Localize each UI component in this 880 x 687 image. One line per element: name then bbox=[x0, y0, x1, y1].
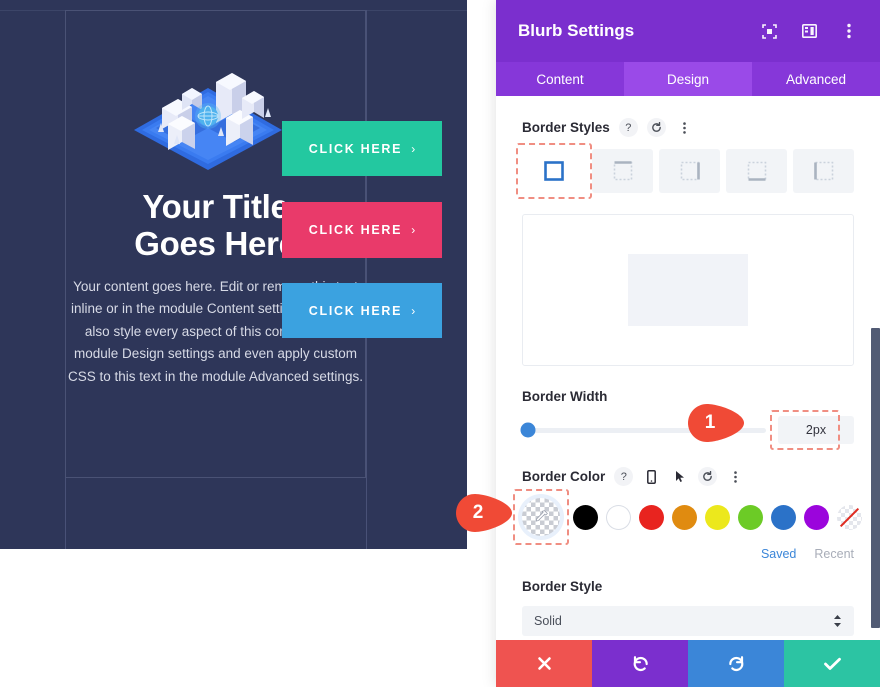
border-option-bottom-border[interactable] bbox=[726, 149, 787, 193]
callout-number-1: 1 bbox=[704, 412, 716, 433]
border-width-value-wrapper: 2px bbox=[770, 410, 854, 450]
reset-icon[interactable] bbox=[646, 118, 666, 137]
border-style-section: Border Style Solid bbox=[522, 579, 854, 636]
save-button[interactable] bbox=[784, 640, 880, 687]
help-icon[interactable]: ? bbox=[614, 467, 634, 486]
swatch-yellow[interactable] bbox=[705, 504, 730, 530]
border-color-picker-wrapper bbox=[513, 489, 569, 545]
more-vertical-icon[interactable] bbox=[840, 22, 858, 40]
redo-button[interactable] bbox=[688, 640, 784, 687]
tab-advanced[interactable]: Advanced bbox=[752, 62, 880, 96]
border-color-label: Border Color bbox=[522, 469, 606, 484]
blurb-settings-modal: Blurb Settings Content Design Advanced B… bbox=[496, 0, 880, 687]
click-here-button-1[interactable]: CLICK HERE › bbox=[282, 121, 442, 176]
preview-title-line2: Goes Here bbox=[134, 225, 297, 262]
close-icon bbox=[537, 657, 551, 670]
swatch-blue[interactable] bbox=[771, 504, 796, 530]
click-here-button-2[interactable]: CLICK HERE › bbox=[282, 202, 442, 258]
color-tabs: Saved Recent bbox=[522, 547, 854, 561]
border-option-top-border[interactable] bbox=[592, 149, 653, 193]
swatch-none[interactable] bbox=[837, 504, 862, 530]
help-icon[interactable]: ? bbox=[618, 118, 638, 137]
chevron-updown-icon bbox=[833, 614, 842, 628]
border-color-header: Border Color ? bbox=[522, 467, 854, 486]
border-styles-header: Border Styles ? bbox=[522, 118, 854, 137]
modal-scrollbar[interactable] bbox=[871, 328, 880, 628]
modal-tabs: Content Design Advanced bbox=[496, 62, 880, 96]
border-preview-box bbox=[522, 214, 854, 366]
reset-icon[interactable] bbox=[698, 467, 718, 486]
border-width-label: Border Width bbox=[522, 389, 608, 404]
border-styles-label: Border Styles bbox=[522, 120, 610, 135]
recent-colors-tab[interactable]: Recent bbox=[814, 547, 854, 561]
expand-icon[interactable] bbox=[760, 22, 778, 40]
modal-footer bbox=[496, 640, 880, 687]
screen: Your Title Goes Here Your content goes h… bbox=[0, 0, 880, 687]
border-style-value: Solid bbox=[534, 614, 562, 628]
swatch-black[interactable] bbox=[573, 504, 598, 530]
swatch-white[interactable] bbox=[606, 504, 631, 530]
phone-icon[interactable] bbox=[642, 467, 661, 486]
border-width-value[interactable]: 2px bbox=[778, 416, 854, 444]
chevron-right-icon: › bbox=[411, 141, 416, 156]
border-color-section: Border Color ? Saved Recent bbox=[513, 467, 862, 561]
swatch-purple[interactable] bbox=[804, 504, 829, 530]
redo-icon bbox=[728, 656, 743, 672]
callout-number-2: 2 bbox=[472, 502, 484, 523]
preview-title-line1: Your Title bbox=[142, 188, 289, 225]
color-swatch-row bbox=[513, 489, 862, 545]
border-preview-swatch bbox=[628, 254, 748, 326]
isometric-city-icon bbox=[122, 62, 294, 174]
border-option-all-borders[interactable] bbox=[522, 149, 586, 193]
click-here-label-3: CLICK HERE bbox=[308, 303, 403, 318]
page-preview[interactable]: Your Title Goes Here Your content goes h… bbox=[0, 0, 467, 549]
chevron-right-icon: › bbox=[411, 303, 416, 318]
chevron-right-icon: › bbox=[411, 223, 416, 237]
modal-title: Blurb Settings bbox=[518, 21, 635, 40]
slider-handle[interactable] bbox=[520, 422, 536, 438]
swatch-green[interactable] bbox=[738, 504, 763, 530]
layout-icon[interactable] bbox=[800, 22, 818, 40]
border-option-all-wrapper bbox=[516, 143, 592, 199]
border-style-select[interactable]: Solid bbox=[522, 606, 854, 636]
border-option-right-border[interactable] bbox=[659, 149, 720, 193]
border-width-header: Border Width bbox=[522, 389, 854, 404]
modal-header-actions bbox=[760, 22, 858, 40]
click-here-button-3[interactable]: CLICK HERE › bbox=[282, 283, 442, 338]
modal-body: Border Styles ? Border Width 2px Border … bbox=[496, 96, 880, 640]
modal-header: Blurb Settings bbox=[496, 0, 880, 62]
preview-guide-right bbox=[366, 10, 367, 549]
click-here-label-1: CLICK HERE bbox=[308, 141, 403, 156]
tab-design[interactable]: Design bbox=[624, 62, 752, 96]
click-here-label-2: CLICK HERE bbox=[308, 223, 403, 237]
check-icon bbox=[823, 657, 841, 670]
swatch-orange[interactable] bbox=[672, 504, 697, 530]
more-vertical-icon[interactable] bbox=[675, 118, 694, 137]
undo-button[interactable] bbox=[592, 640, 688, 687]
border-style-header: Border Style bbox=[522, 579, 854, 594]
callout-pin-2: 2 bbox=[456, 494, 512, 532]
border-color-picker[interactable] bbox=[522, 498, 560, 536]
callout-pin-1: 1 bbox=[688, 404, 744, 442]
saved-colors-tab[interactable]: Saved bbox=[761, 547, 796, 561]
cancel-button[interactable] bbox=[496, 640, 592, 687]
more-vertical-icon[interactable] bbox=[726, 467, 745, 486]
border-option-left-border[interactable] bbox=[793, 149, 854, 193]
preview-bottom-area bbox=[0, 549, 496, 687]
swatch-red[interactable] bbox=[639, 504, 664, 530]
border-style-options bbox=[516, 143, 854, 199]
undo-icon bbox=[633, 656, 648, 672]
cursor-icon[interactable] bbox=[670, 467, 689, 486]
tab-content[interactable]: Content bbox=[496, 62, 624, 96]
border-style-label: Border Style bbox=[522, 579, 603, 594]
